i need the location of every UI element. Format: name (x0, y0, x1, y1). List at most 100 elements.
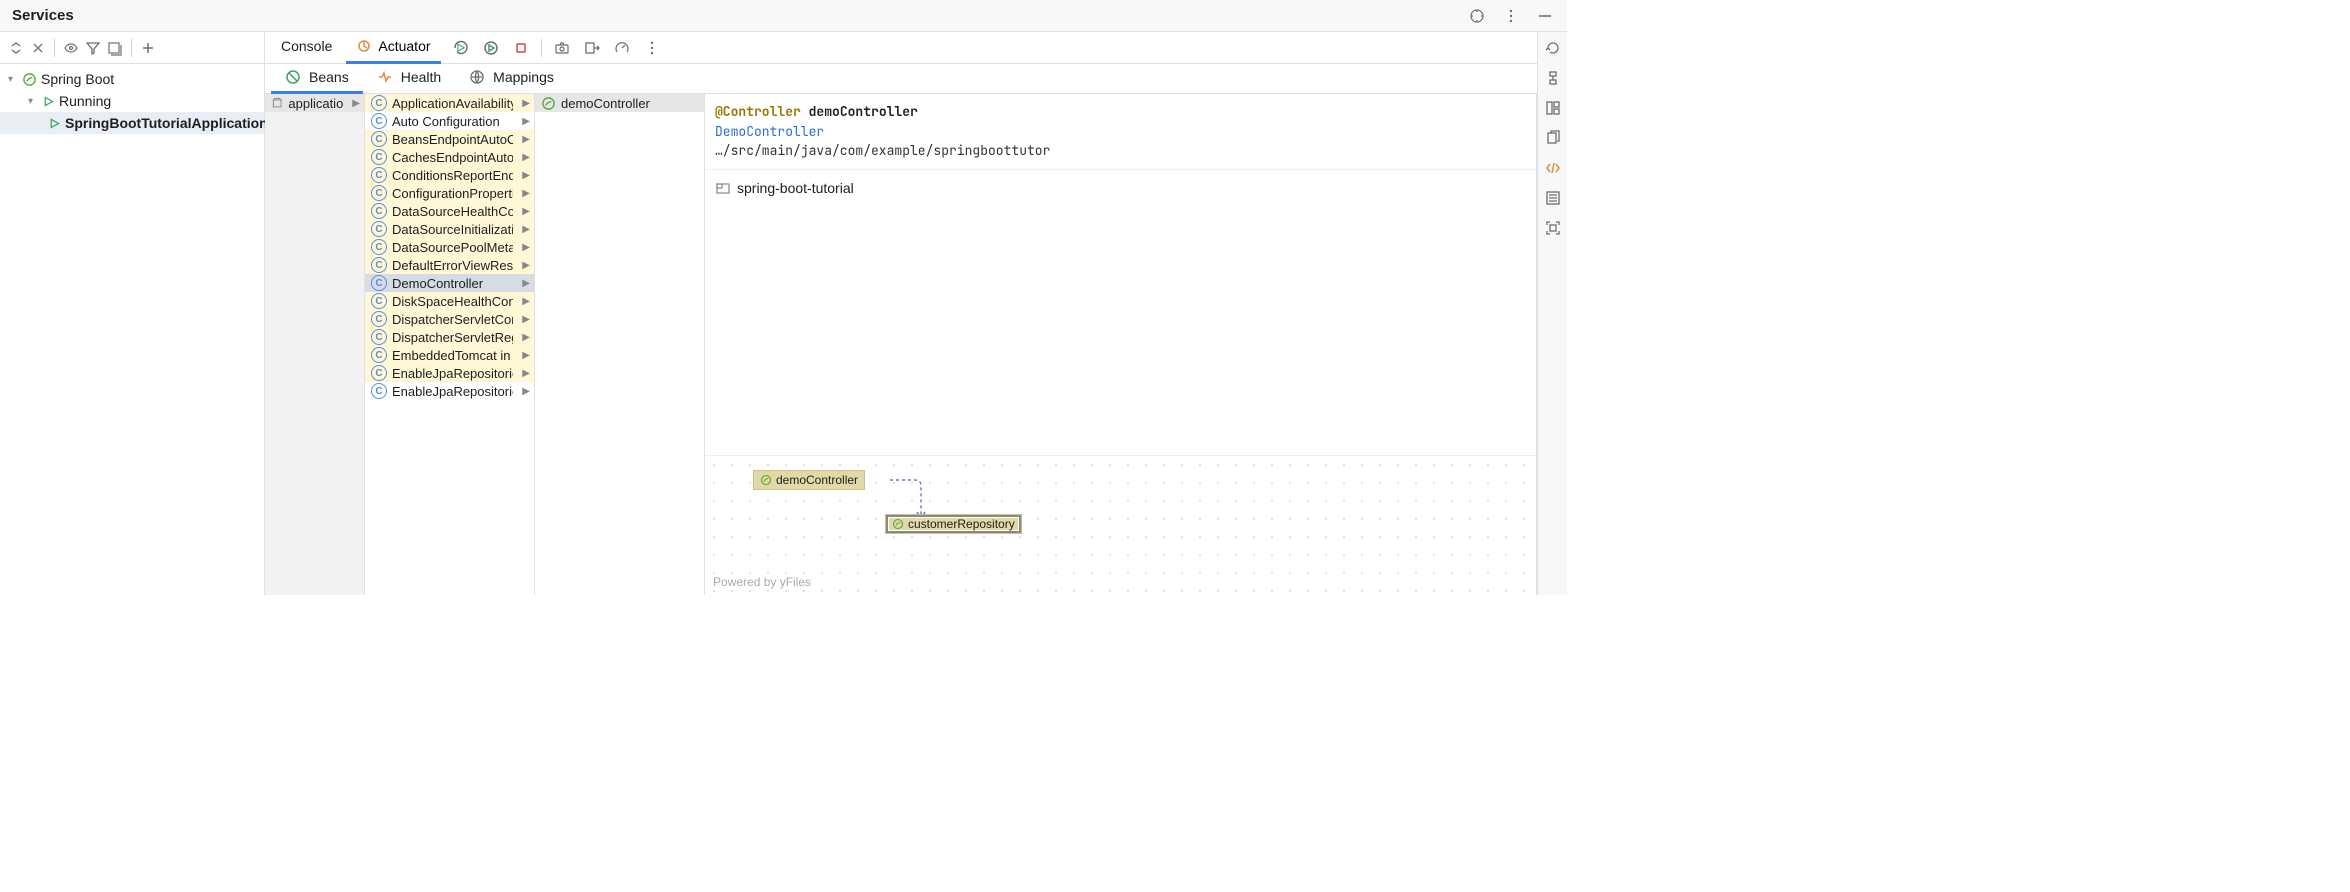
node-label: customerRepository (908, 517, 1015, 531)
kebab-icon[interactable] (642, 38, 662, 58)
config-item[interactable]: CAuto Configuration▶ (365, 112, 534, 130)
config-label: DataSourcePoolMetadata (392, 240, 513, 255)
grid-icon[interactable] (105, 38, 125, 58)
config-label: DispatcherServletConfigu (392, 312, 513, 327)
chevron-right-icon: ▶ (518, 188, 530, 199)
chevron-right-icon: ▶ (518, 134, 530, 145)
class-link[interactable]: DemoController (715, 123, 824, 140)
class-icon: C (371, 239, 387, 255)
layout-icon[interactable] (1543, 98, 1563, 118)
copy-icon[interactable] (1543, 128, 1563, 148)
context-label: application (288, 96, 343, 111)
run-icon[interactable] (481, 38, 501, 58)
rerun-icon[interactable] (451, 38, 471, 58)
config-item[interactable]: CDemoController▶ (365, 274, 534, 292)
module-icon (715, 180, 731, 196)
neighbors-icon[interactable] (1543, 68, 1563, 88)
chevron-right-icon: ▶ (518, 350, 530, 361)
minimize-icon[interactable] (1535, 6, 1555, 26)
chevron-right-icon: ▶ (518, 206, 530, 217)
class-icon: C (371, 149, 387, 165)
subtab-health[interactable]: Health (363, 64, 455, 94)
beans-icon (285, 69, 301, 85)
list-icon[interactable] (1543, 188, 1563, 208)
subtab-mappings-label: Mappings (493, 69, 554, 85)
tree-running-label: Running (59, 93, 111, 109)
subtab-mappings[interactable]: Mappings (455, 64, 568, 94)
config-item[interactable]: CConditionsReportEndpoin▶ (365, 166, 534, 184)
config-label: DataSourceHealthContrib (392, 204, 513, 219)
file-path: …/src/main/java/com/example/springboottu… (715, 141, 1526, 161)
actuator-subtabs: Beans Health Mappings (265, 64, 1537, 94)
config-item[interactable]: CDataSourceInitializationC▶ (365, 220, 534, 238)
tab-actuator-label: Actuator (378, 38, 430, 54)
config-item[interactable]: C DataSourcePoolMetadata ▶ (365, 238, 534, 256)
config-item[interactable]: CEnableJpaRepositoriesCo▶ (365, 364, 534, 382)
config-item[interactable]: CEmbeddedTomcat in Serv▶ (365, 346, 534, 364)
config-label: DiskSpaceHealthContribu (392, 294, 513, 309)
service-tree-sidebar: ▾ Spring Boot ▾ Running SpringBootTutori… (0, 32, 265, 595)
config-item[interactable]: CEnableJpaRepositoriesCo▶ (365, 382, 534, 400)
refresh-icon[interactable] (1543, 38, 1563, 58)
module-name-label: spring-boot-tutorial (737, 180, 854, 196)
bean-detail: @Controller demoController DemoControlle… (705, 94, 1537, 595)
config-item[interactable]: CDiskSpaceHealthContribu▶ (365, 292, 534, 310)
subtab-health-label: Health (401, 69, 441, 85)
expand-collapse-icon[interactable] (6, 38, 26, 58)
tree-running[interactable]: ▾ Running (0, 90, 264, 112)
config-item[interactable]: CDispatcherServletRegistra▶ (365, 328, 534, 346)
chevron-right-icon: ▶ (518, 116, 530, 127)
node-label: demoController (776, 473, 858, 487)
class-icon: C (371, 167, 387, 183)
target-icon[interactable] (1467, 6, 1487, 26)
chevron-right-icon: ▶ (518, 152, 530, 163)
bean-name-label: demoController (809, 103, 918, 120)
config-label: ConfigurationPropertiesR (392, 186, 513, 201)
config-item[interactable]: CCachesEndpointAutoCon▶ (365, 148, 534, 166)
tab-actuator[interactable]: Actuator (346, 32, 440, 64)
title-right-icons (1467, 6, 1555, 26)
config-label: DispatcherServletRegistra (392, 330, 513, 345)
gauge-icon[interactable] (612, 38, 632, 58)
config-label: Auto Configuration (392, 114, 500, 129)
config-label: EnableJpaRepositoriesCo (392, 384, 513, 399)
add-icon[interactable] (138, 38, 158, 58)
chevron-right-icon: ▶ (518, 314, 530, 325)
exit-icon[interactable] (582, 38, 602, 58)
snapshot-icon[interactable] (552, 38, 572, 58)
close-item-icon[interactable] (28, 38, 48, 58)
config-item[interactable]: CApplicationAvailabilityAut▶ (365, 94, 534, 112)
config-item[interactable]: CConfigurationPropertiesR▶ (365, 184, 534, 202)
right-gutter (1537, 32, 1567, 595)
filter-icon[interactable] (83, 38, 103, 58)
more-icon[interactable] (1501, 6, 1521, 26)
chevron-down-icon: ▾ (8, 74, 18, 85)
config-label: ConditionsReportEndpoin (392, 168, 513, 183)
config-item[interactable]: CDispatcherServletConfigu▶ (365, 310, 534, 328)
tab-console[interactable]: Console (271, 32, 342, 64)
show-icon[interactable] (61, 38, 81, 58)
tree-root-spring-boot[interactable]: ▾ Spring Boot (0, 68, 264, 90)
subtab-beans[interactable]: Beans (271, 64, 363, 94)
bean-item-demoController[interactable]: demoController (535, 94, 704, 112)
module-row[interactable]: spring-boot-tutorial (705, 170, 1536, 206)
config-label: BeansEndpointAutoConfi (392, 132, 513, 147)
diagram-node-demoController[interactable]: demoController (753, 470, 865, 490)
context-item[interactable]: application ▶ (265, 94, 364, 112)
config-item[interactable]: CDataSourceHealthContrib▶ (365, 202, 534, 220)
config-item[interactable]: CDefaultErrorViewResolver▶ (365, 256, 534, 274)
diagram-node-customerRepository[interactable]: customerRepository (885, 514, 1022, 534)
column-beans: demoController (535, 94, 705, 595)
stop-icon[interactable] (511, 38, 531, 58)
annotation-label: @Controller (715, 103, 801, 120)
tree-app-item[interactable]: SpringBootTutorialApplication :80 (0, 112, 264, 134)
config-label: DemoController (392, 276, 483, 291)
code-icon[interactable] (1543, 158, 1563, 178)
fit-icon[interactable] (1543, 218, 1563, 238)
class-icon: C (371, 257, 387, 273)
dependency-diagram[interactable]: demoController customerRepository Powere… (705, 455, 1536, 595)
chevron-right-icon: ▶ (518, 242, 530, 253)
spring-bean-icon (892, 518, 904, 530)
config-item[interactable]: CBeansEndpointAutoConfi▶ (365, 130, 534, 148)
spring-bean-icon (541, 96, 556, 111)
